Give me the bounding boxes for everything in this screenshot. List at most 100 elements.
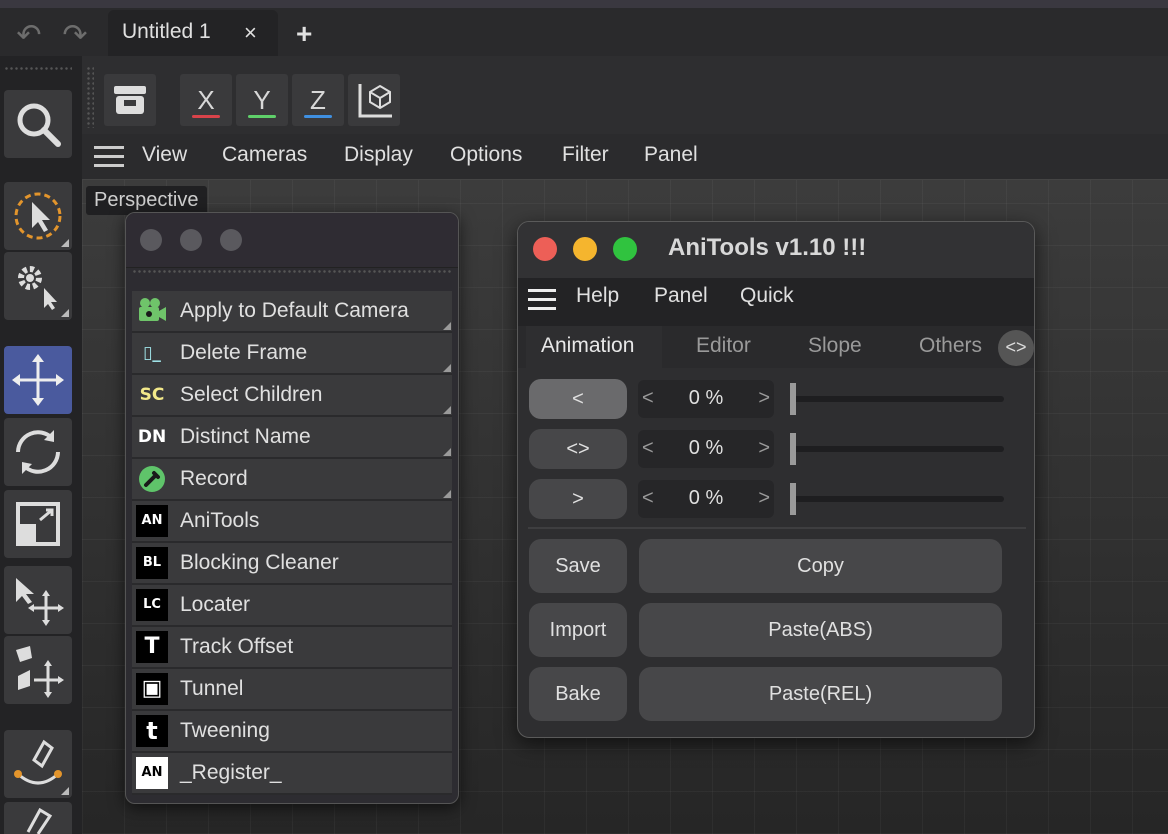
menu-panel[interactable]: Panel	[654, 284, 708, 308]
bake-button[interactable]: Bake	[529, 667, 627, 721]
ease-in-stepper[interactable]: < 0 % >	[638, 380, 774, 418]
paste-abs-button[interactable]: Paste(ABS)	[639, 603, 1002, 657]
add-tab-button[interactable]: +	[296, 18, 312, 50]
ease-out-slider-handle[interactable]	[790, 483, 796, 515]
tool-settings-icon[interactable]	[4, 252, 72, 320]
script-item-blocking-cleaner[interactable]: BL Blocking Cleaner	[132, 543, 452, 585]
minimize-dot[interactable]	[180, 229, 202, 251]
script-item-record[interactable]: Record	[132, 459, 452, 501]
zoom-button[interactable]	[613, 237, 637, 261]
grip	[4, 66, 72, 72]
tunnel-icon: ▣	[136, 673, 168, 705]
zoom-dot[interactable]	[220, 229, 242, 251]
ease-in-slider-track[interactable]	[790, 396, 1004, 402]
ease-both-slider-handle[interactable]	[790, 433, 796, 465]
ease-in-slider-handle[interactable]	[790, 383, 796, 415]
ease-in-button[interactable]: <	[529, 379, 627, 419]
menu-view[interactable]: View	[142, 143, 187, 167]
minimize-button[interactable]	[573, 237, 597, 261]
ease-out-value: 0 %	[688, 487, 724, 509]
axis-x-button[interactable]: X	[180, 74, 232, 126]
import-button[interactable]: Import	[529, 603, 627, 657]
redo-icon[interactable]: ↷	[56, 18, 94, 56]
script-item-distinct-name[interactable]: DN Distinct Name	[132, 417, 452, 459]
rotate-icon[interactable]	[4, 418, 72, 486]
search-icon[interactable]	[4, 90, 72, 158]
script-item-locater[interactable]: LC Locater	[132, 585, 452, 627]
menu-filter[interactable]: Filter	[562, 143, 609, 167]
archive-icon[interactable]	[104, 74, 156, 126]
anitools-icon: AN	[136, 505, 168, 537]
multi-transform-icon[interactable]	[4, 636, 72, 704]
tab-animation[interactable]: Animation	[541, 334, 634, 358]
track-offset-icon: T	[136, 631, 168, 663]
script-item-register[interactable]: AN _Register_	[132, 753, 452, 795]
anitools-window: AniTools v1.10 !!! Help Panel Quick Anim…	[517, 221, 1035, 738]
increment-icon[interactable]: >	[758, 387, 770, 410]
menu-quick[interactable]: Quick	[740, 284, 794, 308]
tab-label: Untitled 1	[122, 20, 211, 43]
blocking-cleaner-icon: BL	[136, 547, 168, 579]
script-item-tunnel[interactable]: ▣ Tunnel	[132, 669, 452, 711]
select-children-icon: SC	[139, 385, 165, 405]
tab-others[interactable]: Others	[919, 334, 982, 358]
tab-slope[interactable]: Slope	[808, 334, 862, 358]
window-title: AniTools v1.10 !!!	[668, 234, 867, 261]
coordinate-system-icon[interactable]	[348, 74, 400, 126]
hamburger-icon[interactable]	[94, 146, 124, 168]
copy-button[interactable]: Copy	[639, 539, 1002, 593]
save-button[interactable]: Save	[529, 539, 627, 593]
increment-icon[interactable]: >	[758, 487, 770, 510]
spline-pen-icon[interactable]	[4, 730, 72, 798]
increment-icon[interactable]: >	[758, 437, 770, 460]
undo-icon[interactable]: ↶	[10, 18, 48, 56]
tab-scroll-button[interactable]: <>	[998, 330, 1034, 366]
transfer-icon[interactable]	[4, 566, 72, 634]
sketch-pen-icon[interactable]	[4, 802, 72, 834]
register-icon: AN	[136, 757, 168, 789]
distinct-name-icon: DN	[137, 427, 167, 447]
axis-x-underline	[192, 115, 220, 118]
axis-y-button[interactable]: Y	[236, 74, 288, 126]
menu-panel[interactable]: Panel	[644, 143, 698, 167]
grip	[86, 66, 94, 128]
tab-untitled[interactable]: Untitled 1 ×	[108, 10, 278, 56]
delete-frame-icon: ▯_	[143, 343, 161, 363]
locater-icon: LC	[136, 589, 168, 621]
paste-rel-button[interactable]: Paste(REL)	[639, 667, 1002, 721]
divider	[528, 527, 1026, 529]
panel-title-bar[interactable]	[126, 213, 458, 268]
script-item-apply-default-camera[interactable]: Apply to Default Camera	[132, 291, 452, 333]
ease-in-value: 0 %	[688, 387, 724, 409]
select-icon[interactable]	[4, 182, 72, 250]
window-title-bar[interactable]: AniTools v1.10 !!!	[518, 222, 1034, 279]
script-manager-panel: Apply to Default Camera ▯_ Delete Frame …	[125, 212, 459, 804]
script-item-anitools[interactable]: AN AniTools	[132, 501, 452, 543]
axis-z-button[interactable]: Z	[292, 74, 344, 126]
ease-out-button[interactable]: >	[529, 479, 627, 519]
ease-out-slider-track[interactable]	[790, 496, 1004, 502]
menu-cameras[interactable]: Cameras	[222, 143, 307, 167]
move-icon[interactable]	[4, 346, 72, 414]
scale-icon[interactable]	[4, 490, 72, 558]
record-icon	[136, 463, 168, 495]
menu-help[interactable]: Help	[576, 284, 619, 308]
ease-both-slider-track[interactable]	[790, 446, 1004, 452]
close-dot[interactable]	[140, 229, 162, 251]
menu-options[interactable]: Options	[450, 143, 522, 167]
close-button[interactable]	[533, 237, 557, 261]
axis-y-underline	[248, 115, 276, 118]
axis-z-underline	[304, 115, 332, 118]
ease-both-stepper[interactable]: < 0 % >	[638, 430, 774, 468]
script-item-track-offset[interactable]: T Track Offset	[132, 627, 452, 669]
camera-icon	[136, 295, 168, 327]
ease-out-stepper[interactable]: < 0 % >	[638, 480, 774, 518]
script-item-delete-frame[interactable]: ▯_ Delete Frame	[132, 333, 452, 375]
script-item-tweening[interactable]: t Tweening	[132, 711, 452, 753]
close-icon[interactable]: ×	[244, 20, 257, 46]
tab-editor[interactable]: Editor	[696, 334, 751, 358]
ease-both-button[interactable]: <>	[529, 429, 627, 469]
menu-display[interactable]: Display	[344, 143, 413, 167]
hamburger-icon[interactable]	[528, 289, 556, 311]
script-item-select-children[interactable]: SC Select Children	[132, 375, 452, 417]
